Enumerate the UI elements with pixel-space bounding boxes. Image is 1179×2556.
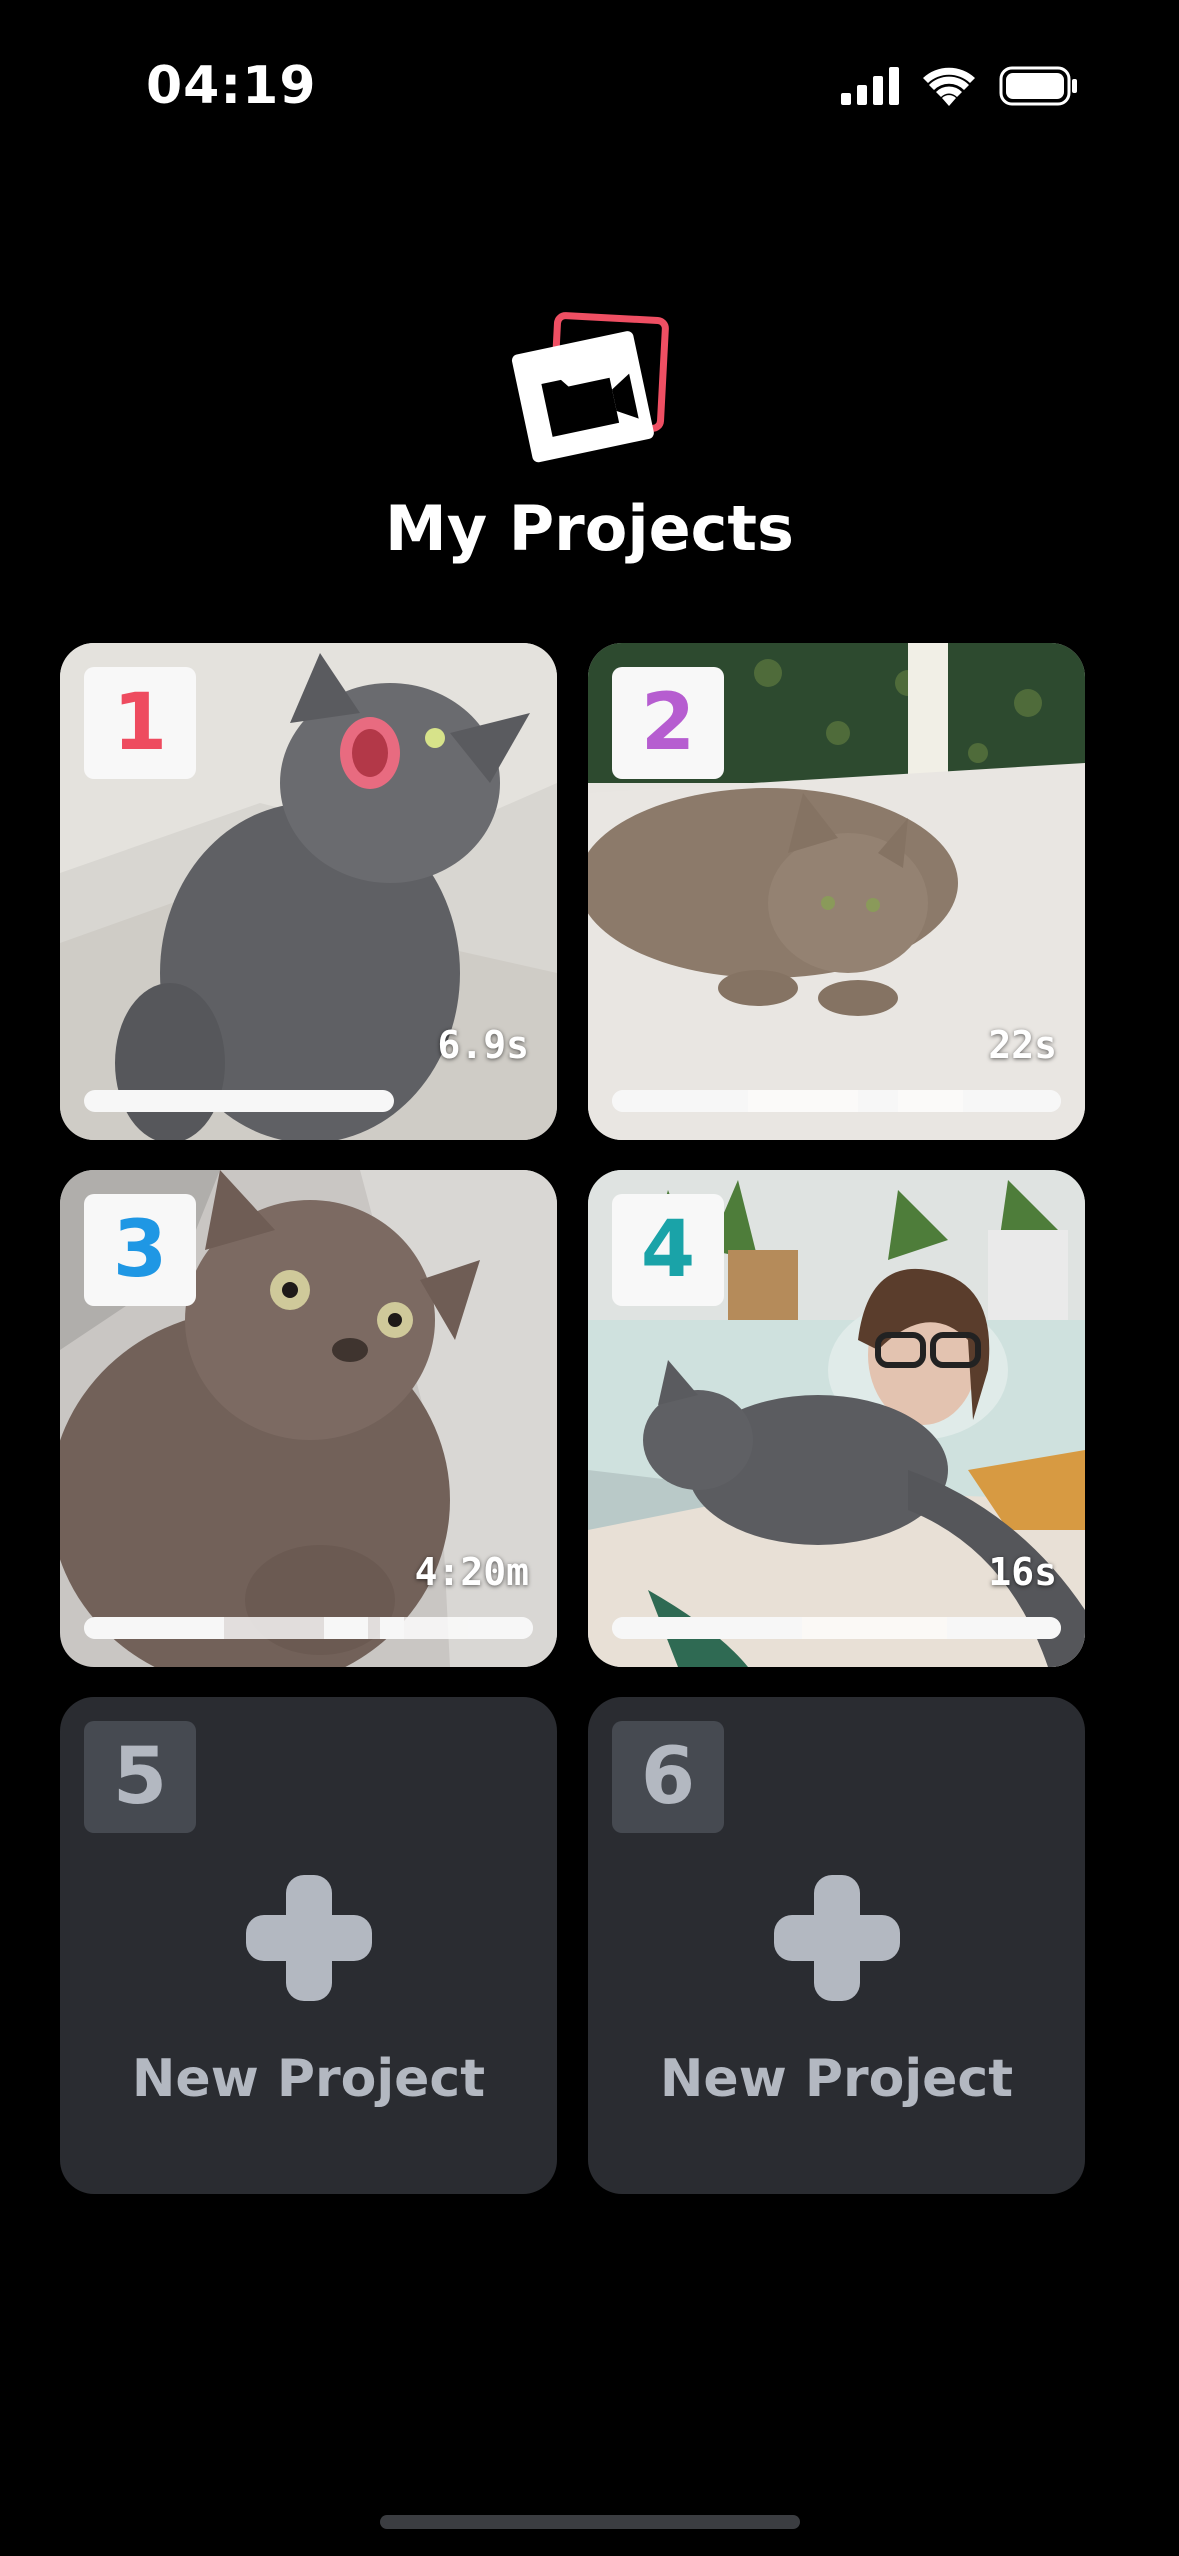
progress-segment [84, 1617, 224, 1639]
project-progress-bar [84, 1090, 394, 1112]
new-project-button-6[interactable]: 6 New Project [588, 1697, 1085, 2194]
project-number-badge: 4 [612, 1194, 724, 1306]
battery-icon [999, 66, 1079, 110]
project-duration: 4:20m [414, 1550, 529, 1594]
progress-segment [468, 1617, 533, 1639]
new-project-label: New Project [131, 2049, 486, 2109]
wifi-icon [923, 66, 975, 110]
slot-number-badge: 5 [84, 1721, 196, 1833]
progress-segment [748, 1090, 858, 1112]
progress-segment [380, 1617, 404, 1639]
status-icons [841, 66, 1079, 110]
progress-segment [898, 1090, 963, 1112]
new-project-button-5[interactable]: 5 New Project [60, 1697, 557, 2194]
progress-segment [947, 1617, 1061, 1639]
project-duration: 6.9s [437, 1023, 529, 1067]
progress-segment [84, 1090, 394, 1112]
plus-icon [246, 1875, 372, 2001]
project-card-4[interactable]: 4 16s [588, 1170, 1085, 1667]
progress-segment [368, 1617, 380, 1639]
new-project-label: New Project [659, 2049, 1014, 2109]
project-card-2[interactable]: 2 22s [588, 643, 1085, 1140]
progress-segment [858, 1090, 898, 1112]
home-indicator[interactable] [380, 2515, 800, 2529]
project-card-1[interactable]: 1 6.9s [60, 643, 557, 1140]
project-number-badge: 3 [84, 1194, 196, 1306]
progress-segment [963, 1090, 1061, 1112]
page-title: My Projects [385, 492, 794, 565]
project-number-badge: 1 [84, 667, 196, 779]
project-progress-bar [612, 1617, 1061, 1639]
progress-segment [612, 1090, 748, 1112]
status-bar: 04:19 [0, 0, 1179, 150]
plus-icon [774, 1875, 900, 2001]
slot-number-badge: 6 [612, 1721, 724, 1833]
project-duration: 22s [988, 1023, 1057, 1067]
progress-segment [324, 1617, 368, 1639]
project-number-badge: 2 [612, 667, 724, 779]
project-grid: 1 6.9s 2 22s 3 4:20m 4 16s 5 New Project… [60, 643, 1085, 2194]
project-card-3[interactable]: 3 4:20m [60, 1170, 557, 1667]
progress-segment [224, 1617, 324, 1639]
status-time: 04:19 [146, 56, 317, 116]
video-folder-logo-icon [510, 310, 670, 470]
progress-segment [612, 1617, 802, 1639]
cellular-signal-icon [841, 67, 899, 109]
project-progress-bar [612, 1090, 1061, 1112]
progress-segment [802, 1617, 947, 1639]
project-progress-bar [84, 1617, 533, 1639]
progress-segment [404, 1617, 468, 1639]
project-duration: 16s [988, 1550, 1057, 1594]
